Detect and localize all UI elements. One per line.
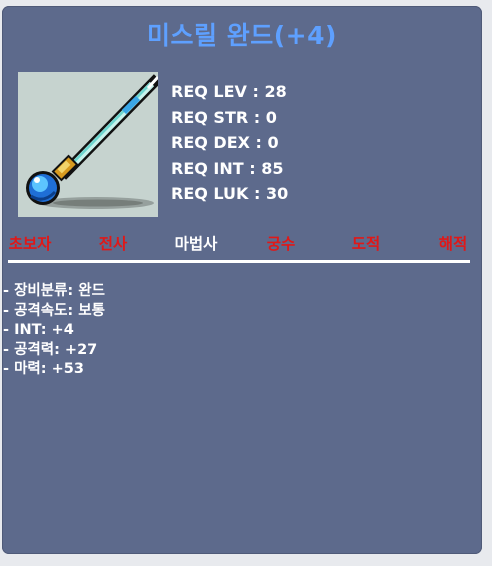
item-name: 미스릴 완드(+4) [147,21,337,50]
stat-attack: - 공격력: +27 [3,341,98,358]
job-bowman: 궁수 [266,235,296,253]
job-list: 초보자 전사 마법사 궁수 도적 해적 [2,232,482,254]
requirements-list: REQ LEV : 28 REQ STR : 0 REQ DEX : 0 REQ… [171,79,288,207]
req-str: REQ STR : 0 [171,107,277,127]
stat-equip-type: - 장비분류: 완드 [3,283,105,299]
divider [8,260,470,263]
req-level: REQ LEV : 28 [171,82,287,101]
stats-list: - 장비분류: 완드 - 공격속도: 보통 - INT: +4 - 공격력: +… [3,282,105,380]
stat-magic: - 마력: +53 [3,361,84,377]
req-int: REQ INT : 85 [171,158,284,178]
mithril-wand-icon [26,74,158,209]
req-dex: REQ DEX : 0 [171,133,279,152]
item-tooltip: 미스릴 완드(+4) REQ LEV : 28 REQ STR : 0 REQ … [2,6,482,554]
item-icon-frame [18,72,158,217]
job-warrior: 전사 [98,235,128,253]
stat-int: - INT: +4 [3,322,74,338]
job-pirate: 해적 [438,235,468,253]
req-luk: REQ LUK : 30 [171,184,289,203]
job-beginner: 초보자 [8,235,52,253]
stat-attack-speed: - 공격속도: 보통 [3,302,105,319]
job-magician: 마법사 [174,235,218,253]
job-thief: 도적 [351,235,381,253]
